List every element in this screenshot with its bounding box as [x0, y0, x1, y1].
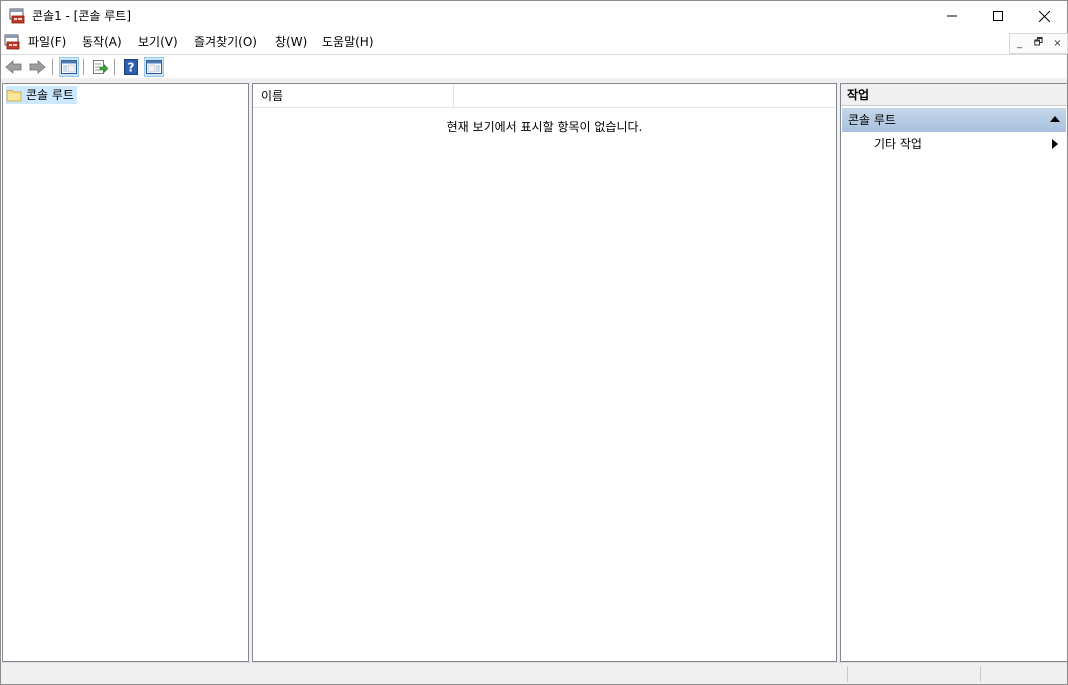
collapse-up-icon[interactable]: [1050, 116, 1060, 122]
toolbar-separator: [52, 59, 53, 75]
forward-button[interactable]: [27, 57, 47, 77]
actions-section-console-root[interactable]: 콘솔 루트: [842, 108, 1066, 132]
close-icon: [1038, 10, 1050, 22]
mmc-console-icon: [9, 8, 25, 24]
export-list-button[interactable]: [90, 57, 110, 77]
title-bar: 콘솔1 - [콘솔 루트]: [1, 1, 1067, 31]
child-minimize-button[interactable]: _: [1010, 34, 1029, 53]
console-tree-pane: 콘솔 루트: [2, 83, 249, 662]
tree-item-console-root[interactable]: 콘솔 루트: [6, 86, 77, 104]
actions-section-title: 콘솔 루트: [848, 113, 896, 127]
back-button[interactable]: [4, 57, 24, 77]
results-pane: 이름 현재 보기에서 표시할 항목이 없습니다.: [252, 83, 837, 662]
mmc-window: 콘솔1 - [콘솔 루트] 파일(F) 동작(A) 보기(V) 즐겨찾기(O) …: [0, 0, 1068, 685]
close-button[interactable]: [1021, 1, 1067, 31]
menu-favorites[interactable]: 즐겨찾기(O): [194, 34, 257, 51]
minimize-button[interactable]: [929, 1, 975, 31]
action-more-actions[interactable]: 기타 작업: [842, 133, 1066, 155]
svg-text:?: ?: [128, 61, 135, 75]
tree-item-label: 콘솔 루트: [26, 88, 74, 102]
menu-help[interactable]: 도움말(H): [322, 34, 374, 51]
action-label: 기타 작업: [874, 137, 922, 151]
menu-window[interactable]: 창(W): [275, 34, 307, 51]
help-icon: ?: [124, 59, 138, 75]
empty-list-message: 현재 보기에서 표시할 항목이 없습니다.: [446, 120, 643, 134]
maximize-button[interactable]: [975, 1, 1021, 31]
folder-icon: [6, 90, 22, 102]
child-restore-button[interactable]: 🗗: [1029, 34, 1048, 53]
help-button[interactable]: ?: [121, 57, 141, 77]
forward-icon: [29, 60, 46, 74]
actions-pane: 작업 콘솔 루트 기타 작업: [840, 83, 1067, 662]
menu-file[interactable]: 파일(F): [28, 34, 66, 51]
export-list-icon: [93, 60, 108, 74]
status-separator: [980, 666, 981, 682]
maximize-icon: [993, 11, 1003, 21]
menu-action[interactable]: 동작(A): [82, 34, 122, 51]
show-hide-console-tree-icon: [61, 60, 77, 74]
toolbar-separator: [83, 59, 84, 75]
console-document-icon[interactable]: [4, 34, 20, 50]
child-close-button[interactable]: ×: [1048, 34, 1067, 53]
actions-pane-header: 작업: [841, 84, 1067, 106]
mdi-child-controls: _ 🗗 ×: [1009, 33, 1068, 54]
column-header-name[interactable]: 이름: [253, 84, 454, 108]
toolbar-separator: [114, 59, 115, 75]
list-header: 이름: [253, 84, 836, 108]
show-hide-console-tree-button[interactable]: [59, 57, 79, 77]
minimize-icon: [947, 15, 957, 17]
menu-bar: 파일(F) 동작(A) 보기(V) 즐겨찾기(O) 창(W) 도움말(H) _ …: [1, 31, 1068, 54]
status-bar: [1, 662, 1067, 684]
menu-view[interactable]: 보기(V): [138, 34, 178, 51]
show-hide-action-pane-icon: [146, 60, 162, 74]
status-separator: [847, 666, 848, 682]
back-icon: [5, 60, 22, 74]
toolbar: ?: [1, 54, 1067, 78]
window-title: 콘솔1 - [콘솔 루트]: [32, 9, 132, 23]
show-hide-action-pane-button[interactable]: [144, 57, 164, 77]
submenu-arrow-icon: [1052, 139, 1058, 149]
